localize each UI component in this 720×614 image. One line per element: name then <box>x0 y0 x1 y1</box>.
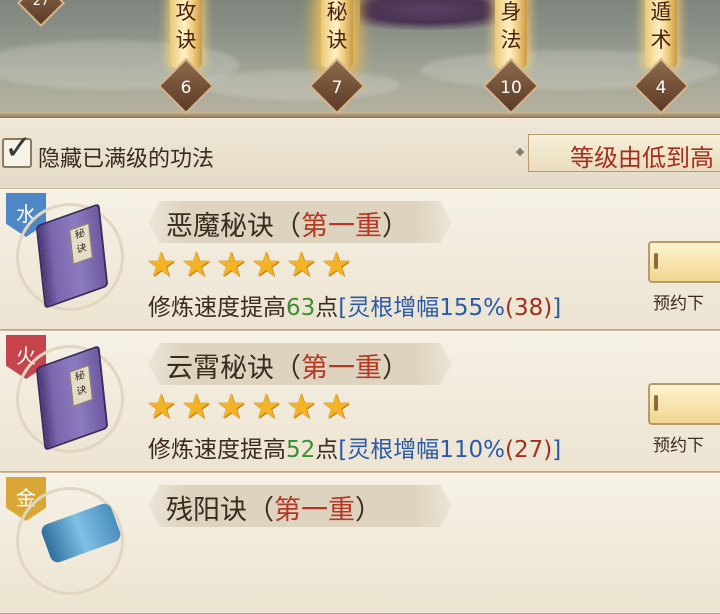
star-icon: ★ <box>181 387 212 427</box>
checkmark-icon: ✓ <box>4 128 33 168</box>
category-banner: 27 攻诀 6 秘诀 7 身法 10 遁术 4 <box>0 0 720 118</box>
reserve-label[interactable]: 预约下 <box>653 289 704 314</box>
stat-unit: 点 <box>315 437 339 463</box>
cultivation-stat: 修炼速度提高52点[灵根增幅110%(27)] <box>148 430 561 464</box>
paren-open: （ <box>274 353 301 384</box>
button-ornament <box>654 253 658 269</box>
bonus-count: (27) <box>505 437 553 463</box>
technique-name: 恶魔秘诀 <box>166 211 274 242</box>
bracket-close: ] <box>552 437 562 463</box>
stat-unit: 点 <box>315 295 339 321</box>
reserve-label[interactable]: 预约下 <box>653 431 704 456</box>
tab-secret-label: 秘诀 <box>326 0 348 52</box>
star-icon: ★ <box>216 245 247 285</box>
upgrade-button[interactable] <box>648 383 720 425</box>
technique-layer: 第一重 <box>301 211 382 242</box>
tab-escape-count: 4 <box>655 78 667 98</box>
paren-open: （ <box>247 495 274 526</box>
paren-open: （ <box>274 211 301 242</box>
technique-layer: 第一重 <box>301 353 382 384</box>
bracket-close: ] <box>552 295 562 321</box>
star-icon: ★ <box>321 245 352 285</box>
bonus-label: 灵根增幅 <box>347 437 440 463</box>
tab-attack-count: 6 <box>180 78 192 98</box>
technique-card[interactable]: 火 秘诀 云霄秘诀（第一重） ★ ★ ★ ★ ★ ★ 修炼速度提高52点[灵根增幅110%… <box>0 330 720 472</box>
star-icon: ★ <box>181 245 212 285</box>
stat-value: 63 <box>286 295 316 321</box>
star-icon: ★ <box>251 245 282 285</box>
tab-attack-label: 攻诀 <box>175 0 197 52</box>
bonus-count: (38) <box>505 295 553 321</box>
tab-movement-count: 10 <box>500 78 522 98</box>
bonus-percent: 110% <box>439 437 506 463</box>
star-rating: ★ ★ ★ ★ ★ ★ <box>146 390 355 424</box>
technique-layer: 第一重 <box>274 495 355 526</box>
star-icon: ★ <box>146 387 177 427</box>
bonus-percent: 155% <box>439 295 506 321</box>
hide-maxed-label[interactable]: 隐藏已满级的功法 <box>38 141 214 173</box>
technique-card[interactable]: 水 秘诀 恶魔秘诀（第一重） ★ ★ ★ ★ ★ ★ 修炼速度提高63点[灵根增幅155%… <box>0 188 720 330</box>
star-icon: ★ <box>321 387 352 427</box>
paren-close: ） <box>355 495 382 526</box>
bracket-open: [ <box>338 437 348 463</box>
bracket-open: [ <box>338 295 348 321</box>
technique-title: 云霄秘诀（第一重） <box>166 346 409 385</box>
stat-prefix: 修炼速度提高 <box>148 437 286 463</box>
star-icon: ★ <box>286 245 317 285</box>
paren-close: ） <box>382 211 409 242</box>
tab-escape-label: 遁术 <box>650 0 672 52</box>
technique-card[interactable]: 金 残阳诀（第一重） <box>0 472 720 614</box>
star-icon: ★ <box>286 387 317 427</box>
stat-prefix: 修炼速度提高 <box>148 295 286 321</box>
upgrade-button[interactable] <box>648 241 720 283</box>
technique-name: 云霄秘诀 <box>166 353 274 384</box>
bonus-label: 灵根增幅 <box>347 295 440 321</box>
star-rating: ★ ★ ★ ★ ★ ★ <box>146 248 355 282</box>
technique-name: 残阳诀 <box>166 495 247 526</box>
star-icon: ★ <box>216 387 247 427</box>
star-icon: ★ <box>251 387 282 427</box>
star-icon: ★ <box>146 245 177 285</box>
button-ornament <box>654 395 658 411</box>
technique-title: 残阳诀（第一重） <box>166 488 382 527</box>
stat-value: 52 <box>286 437 316 463</box>
book-label: 秘诀 <box>69 222 93 265</box>
technique-title: 恶魔秘诀（第一重） <box>166 204 409 243</box>
hidden-tab-count: 27 <box>32 0 50 9</box>
cultivation-stat: 修炼速度提高63点[灵根增幅155%(38)] <box>148 288 561 322</box>
tab-secret-count: 7 <box>331 78 343 98</box>
sort-dropdown-label[interactable]: 等级由低到高 <box>570 138 714 173</box>
tab-movement-label: 身法 <box>500 0 522 52</box>
book-label: 秘诀 <box>69 364 93 407</box>
paren-close: ） <box>382 353 409 384</box>
